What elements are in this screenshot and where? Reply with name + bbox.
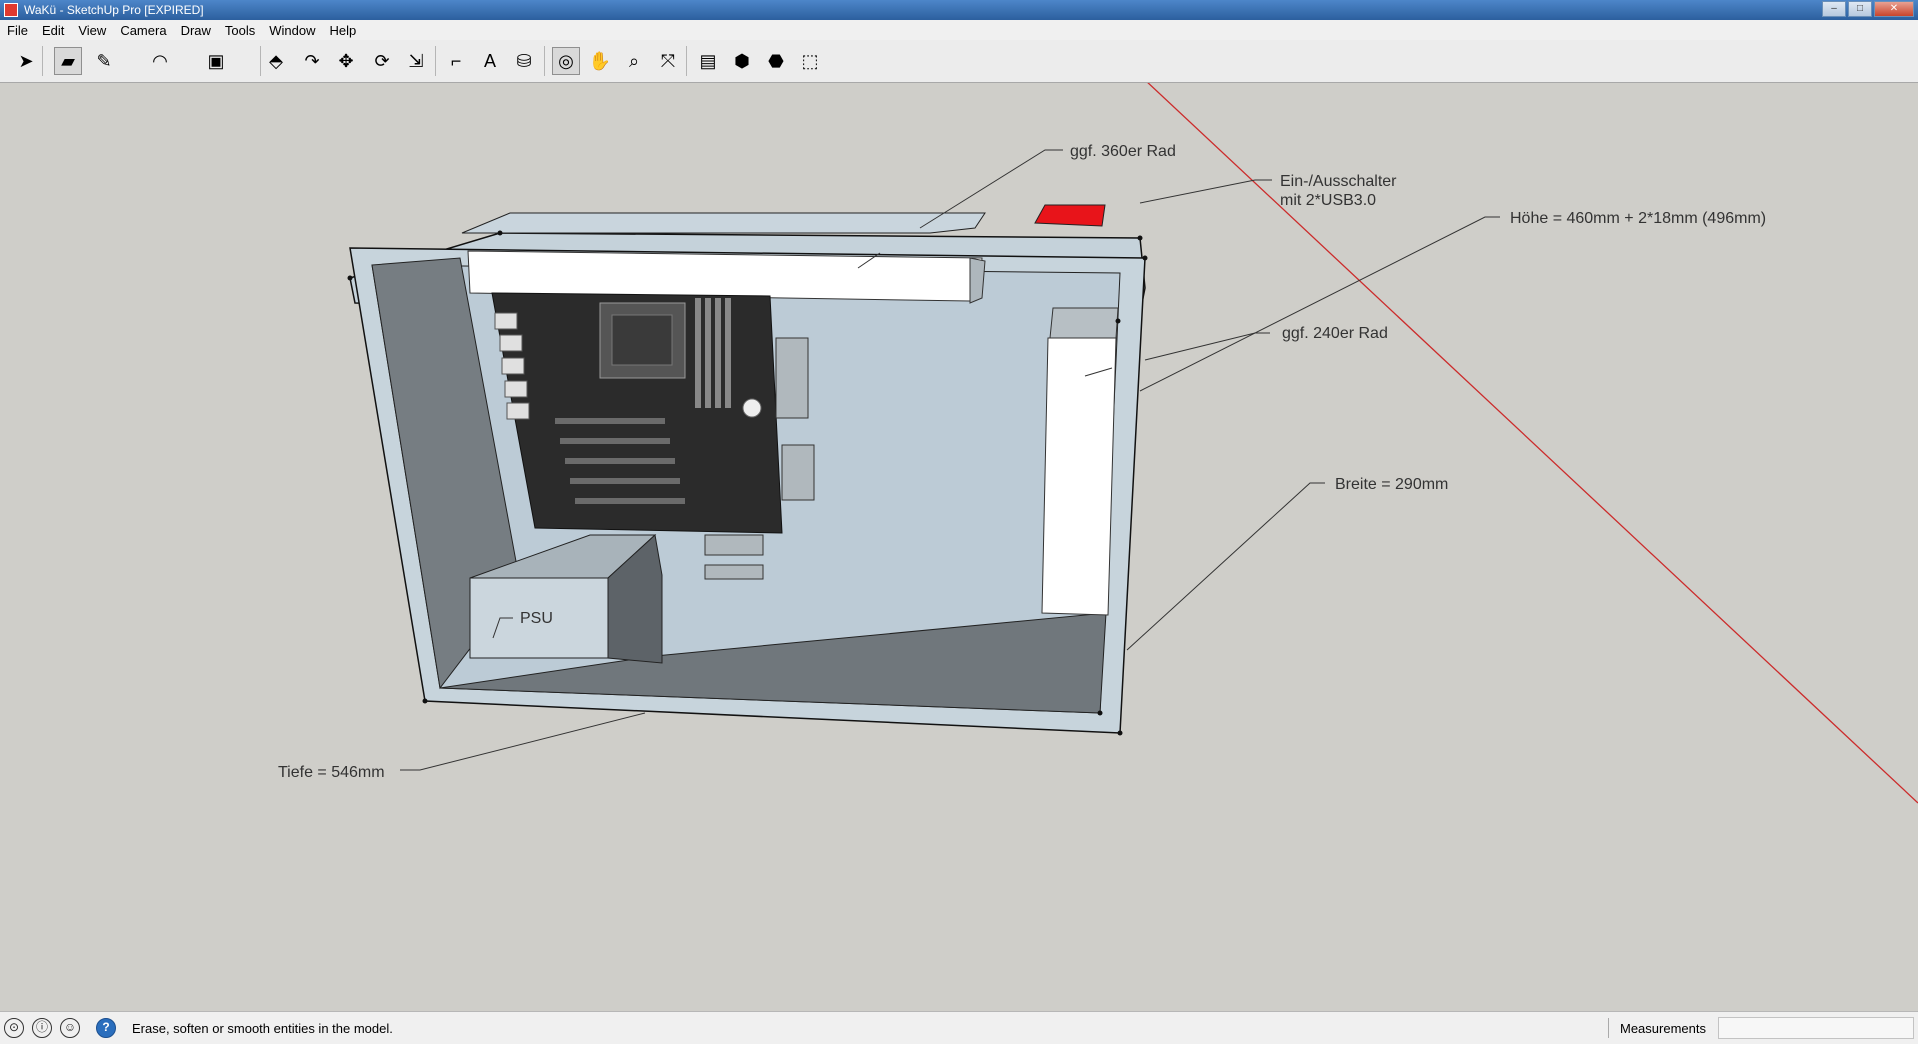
magnifier-icon: ⌕ xyxy=(628,50,640,71)
credits-info-icon[interactable]: ⓘ xyxy=(32,1018,52,1038)
label-side-radiator: ggf. 240er Rad xyxy=(1282,325,1388,342)
components-tool[interactable]: ⬣ xyxy=(762,47,790,75)
menu-draw[interactable]: Draw xyxy=(174,23,218,38)
cpu-socket-inner xyxy=(611,314,673,366)
toolbar-separator xyxy=(686,46,687,76)
move-icon: ✥ xyxy=(338,50,354,71)
cmos-battery xyxy=(742,398,762,418)
label-psu: PSU xyxy=(520,610,553,627)
eraser-tool[interactable]: ▰ xyxy=(54,47,82,75)
user-account-icon[interactable]: ☺ xyxy=(60,1018,80,1038)
orbit-tool[interactable]: ◎ xyxy=(552,47,580,75)
menu-bar: File Edit View Camera Draw Tools Window … xyxy=(0,20,1918,40)
rectangle-icon: ▣ xyxy=(207,50,225,71)
share-model-tool[interactable]: ⬢ xyxy=(728,47,756,75)
label-height: Höhe = 460mm + 2*18mm (496mm) xyxy=(1510,210,1766,227)
main-toolbar: ➤ ▰ ✎ ◠ ▣ ⬘ ↷ ✥ ⟳ ⇲ ⌐ A ⛁ ◎ ✋ ⌕ ⤧ ▤ ⬢ ⬣ ⬚ xyxy=(0,40,1918,83)
hand-icon: ✋ xyxy=(588,50,612,71)
side-radiator xyxy=(1041,337,1117,616)
label-width: Breite = 290mm xyxy=(1335,476,1448,493)
menu-edit[interactable]: Edit xyxy=(35,23,71,38)
help-question-icon[interactable]: ? xyxy=(96,1018,116,1038)
status-message: Erase, soften or smooth entities in the … xyxy=(132,1021,393,1036)
zoom-tool[interactable]: ⌕ xyxy=(620,47,648,75)
paint-bucket-icon: ⛁ xyxy=(516,50,532,71)
extensions-tool[interactable]: ⬚ xyxy=(796,47,824,75)
push-pull-icon: ⬘ xyxy=(269,50,283,71)
power-switch-block xyxy=(1034,204,1106,227)
toolbar-separator xyxy=(544,46,545,76)
rotate-icon: ⟳ xyxy=(374,50,390,71)
text-icon: A xyxy=(483,50,496,71)
arrow-icon: ➤ xyxy=(18,50,34,71)
menu-view[interactable]: View xyxy=(71,23,113,38)
zoom-extents-tool[interactable]: ⤧ xyxy=(654,47,682,75)
pencil-icon: ✎ xyxy=(96,50,112,71)
tape-measure-icon: ⌐ xyxy=(450,50,462,71)
text-tool[interactable]: A xyxy=(476,47,504,75)
share-model-icon: ⬢ xyxy=(734,50,750,71)
menu-help[interactable]: Help xyxy=(323,23,364,38)
pan-tool[interactable]: ✋ xyxy=(586,47,614,75)
maximize-button[interactable]: □ xyxy=(1848,1,1872,17)
eraser-icon: ▰ xyxy=(61,50,75,71)
rotate-tool[interactable]: ⟳ xyxy=(368,47,396,75)
push-pull-tool[interactable]: ⬘ xyxy=(262,47,290,75)
menu-camera[interactable]: Camera xyxy=(113,23,173,38)
geo-location-icon[interactable]: ⊙ xyxy=(4,1018,24,1038)
arc-tool[interactable]: ◠ xyxy=(146,47,174,75)
label-power-switch-line2: mit 2*USB3.0 xyxy=(1280,192,1376,209)
measurements-input[interactable] xyxy=(1718,1017,1914,1039)
close-button[interactable]: ✕ xyxy=(1874,1,1914,17)
menu-tools[interactable]: Tools xyxy=(218,23,262,38)
red-axis-line xyxy=(1147,83,1918,804)
move-tool[interactable]: ✥ xyxy=(332,47,360,75)
title-bar: WaKü - SketchUp Pro [EXPIRED] – □ ✕ xyxy=(0,0,1918,20)
select-tool[interactable]: ➤ xyxy=(12,47,40,75)
warehouse-icon: ▤ xyxy=(699,50,717,71)
minimize-button[interactable]: – xyxy=(1822,1,1846,17)
label-top-radiator: ggf. 360er Rad xyxy=(1070,143,1176,160)
extension-icon: ⬚ xyxy=(801,50,819,71)
window-title: WaKü - SketchUp Pro [EXPIRED] xyxy=(24,3,204,17)
sketchup-app-icon xyxy=(4,3,18,17)
status-divider xyxy=(1608,1018,1609,1038)
orbit-icon: ◎ xyxy=(558,50,574,71)
line-tool[interactable]: ✎ xyxy=(90,47,118,75)
scale-icon: ⇲ xyxy=(408,50,424,71)
warehouse-tool[interactable]: ▤ xyxy=(694,47,722,75)
arc-icon: ◠ xyxy=(152,50,168,71)
model-canvas[interactable]: ggf. 360er Rad Ein-/Ausschalter mit 2*US… xyxy=(0,83,1918,1011)
measurements-label: Measurements xyxy=(1620,1021,1706,1036)
toolbar-separator xyxy=(260,46,261,76)
offset-icon: ↷ xyxy=(304,50,320,71)
menu-window[interactable]: Window xyxy=(262,23,322,38)
zoom-extents-icon: ⤧ xyxy=(660,50,676,71)
model-viewport[interactable]: ggf. 360er Rad Ein-/Ausschalter mit 2*US… xyxy=(0,83,1918,1011)
shape-tool[interactable]: ▣ xyxy=(202,47,230,75)
label-power-switch-line1: Ein-/Ausschalter xyxy=(1280,173,1397,190)
paint-bucket-tool[interactable]: ⛁ xyxy=(510,47,538,75)
components-icon: ⬣ xyxy=(768,50,784,71)
tape-measure-tool[interactable]: ⌐ xyxy=(442,47,470,75)
label-depth: Tiefe = 546mm xyxy=(278,764,385,781)
toolbar-separator xyxy=(435,46,436,76)
top-radiator-cutout xyxy=(461,212,986,234)
toolbar-separator xyxy=(42,46,43,76)
menu-file[interactable]: File xyxy=(0,23,35,38)
offset-tool[interactable]: ↷ xyxy=(298,47,326,75)
scale-tool[interactable]: ⇲ xyxy=(402,47,430,75)
status-bar: ⊙ ⓘ ☺ ? Erase, soften or smooth entities… xyxy=(0,1011,1918,1044)
side-radiator-top xyxy=(1049,307,1119,339)
